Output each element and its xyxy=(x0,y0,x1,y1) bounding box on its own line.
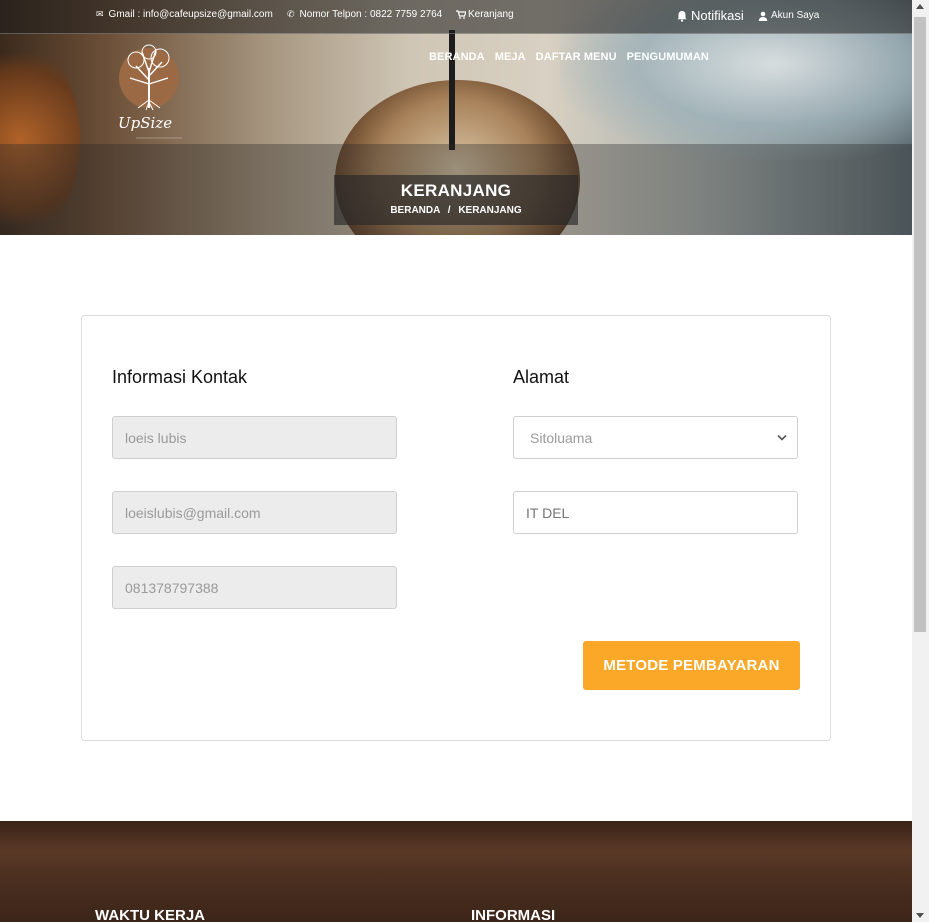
brand-logo[interactable]: UpSize xyxy=(116,38,188,142)
nav-item-pengumuman[interactable]: PENGUMUMAN xyxy=(627,51,709,63)
notifications-link[interactable]: Notifikasi xyxy=(676,8,744,23)
top-email-text: Gmail : info@cafeupsize@gmail.com xyxy=(108,9,273,20)
city-select-value: Sitoluama xyxy=(530,429,593,446)
cart-icon xyxy=(456,10,466,19)
nav-item-meja[interactable]: MEJA xyxy=(495,51,526,63)
hero-banner: ✉ Gmail : info@cafeupsize@gmail.com ✆ No… xyxy=(0,0,912,235)
page: ✉ Gmail : info@cafeupsize@gmail.com ✆ No… xyxy=(0,0,912,922)
nav-item-daftar-menu[interactable]: DAFTAR MENU xyxy=(536,51,617,63)
bell-icon xyxy=(677,10,687,22)
phone-icon: ✆ xyxy=(287,9,295,19)
city-select[interactable]: Sitoluama xyxy=(513,416,798,459)
checkout-form-card: Informasi Kontak Alamat Sitoluama METODE… xyxy=(81,315,831,741)
account-label: Akun Saya xyxy=(771,10,820,21)
footer: WAKTU KERJA INFORMASI xyxy=(0,821,912,922)
address-title: Alamat xyxy=(513,367,570,387)
payment-method-button[interactable]: METODE PEMBAYARAN xyxy=(583,641,800,690)
contact-info-title: Informasi Kontak xyxy=(112,367,248,387)
breadcrumb: BERANDA / KERANJANG xyxy=(334,205,578,216)
user-icon xyxy=(758,11,768,21)
svg-text:UpSize: UpSize xyxy=(118,114,172,132)
breadcrumb-home[interactable]: BERANDA xyxy=(390,205,440,216)
mail-icon: ✉ xyxy=(96,9,104,19)
chevron-down-icon xyxy=(777,434,787,441)
breadcrumb-separator: / xyxy=(447,205,451,216)
top-phone-text: Nomor Telpon : 0822 7759 2764 xyxy=(299,9,443,20)
scrollbar-thumb[interactable] xyxy=(914,17,926,632)
top-phone: ✆ Nomor Telpon : 0822 7759 2764 xyxy=(287,9,442,20)
top-email: ✉ Gmail : info@cafeupsize@gmail.com xyxy=(96,9,273,20)
hero-bg-shape xyxy=(449,30,455,150)
phone-field[interactable] xyxy=(112,566,397,609)
address-input[interactable] xyxy=(526,492,785,533)
name-input[interactable] xyxy=(125,417,384,458)
main-nav: BERANDA MEJA DAFTAR MENU PENGUMUMAN xyxy=(429,51,709,63)
email-field[interactable] xyxy=(112,491,397,534)
page-title: KERANJANG xyxy=(400,181,512,200)
top-cart-link[interactable]: Keranjang xyxy=(456,9,514,20)
footer-information-title: INFORMASI xyxy=(471,907,556,922)
phone-input[interactable] xyxy=(125,567,384,608)
scroll-up-arrow-icon[interactable] xyxy=(916,4,924,9)
footer-working-hours-title: WAKTU KERJA xyxy=(95,907,206,922)
vertical-scrollbar[interactable] xyxy=(912,0,929,922)
breadcrumb-current: KERANJANG xyxy=(458,205,522,216)
notifications-label: Notifikasi xyxy=(691,8,744,23)
account-link[interactable]: Akun Saya xyxy=(758,10,819,21)
address-field[interactable] xyxy=(513,491,798,534)
tree-logo-icon: UpSize xyxy=(118,44,182,139)
top-cart-text: Keranjang xyxy=(468,9,514,20)
page-title-box: KERANJANG BERANDA / KERANJANG xyxy=(334,175,578,225)
name-field[interactable] xyxy=(112,416,397,459)
scroll-down-arrow-icon[interactable] xyxy=(916,913,924,918)
email-input[interactable] xyxy=(125,492,384,533)
nav-item-beranda[interactable]: BERANDA xyxy=(429,51,485,63)
